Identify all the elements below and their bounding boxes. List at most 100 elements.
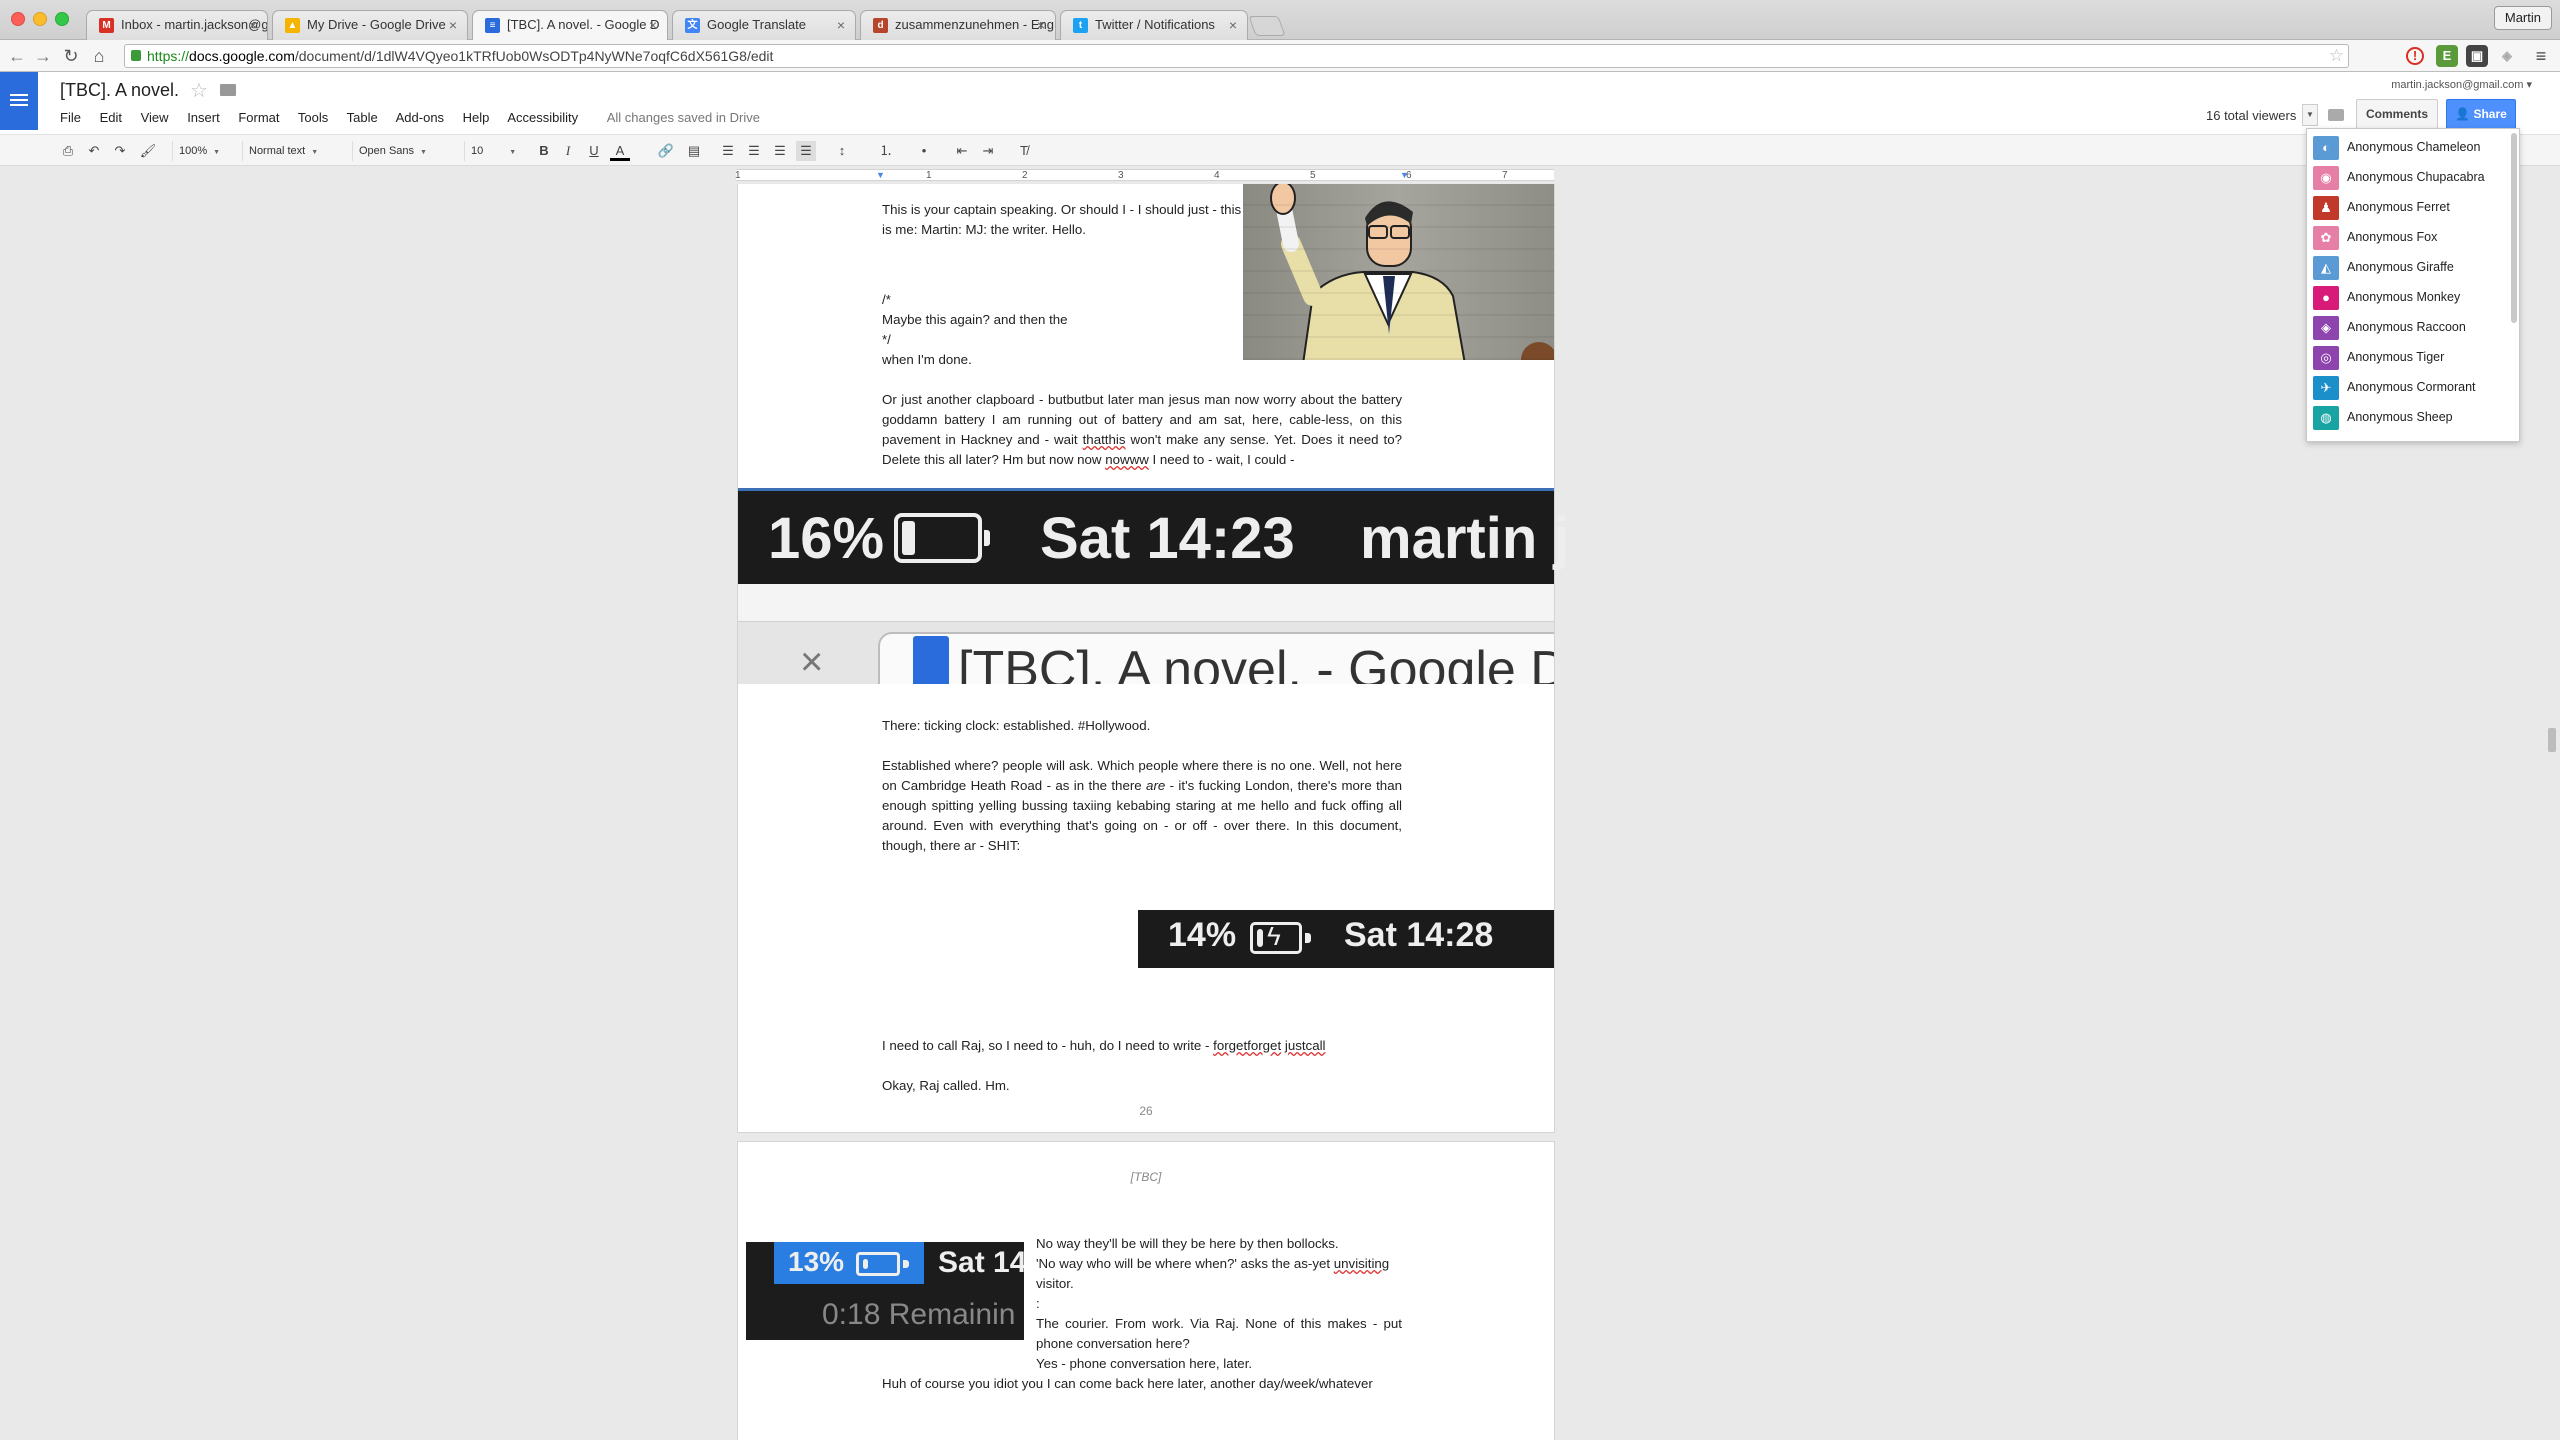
comment-icon[interactable]: ▤ <box>684 141 704 161</box>
align-left-icon[interactable]: ☰ <box>718 141 738 161</box>
viewers-count[interactable]: 16 total viewers <box>2206 108 2296 123</box>
browser-tab-translate[interactable]: 文 Google Translate × <box>672 10 856 40</box>
document-title[interactable]: [TBC]. A novel. <box>60 80 179 101</box>
underline-button[interactable]: U <box>584 141 604 161</box>
menu-format[interactable]: Format <box>238 110 279 125</box>
home-icon[interactable]: ⌂ <box>88 45 110 67</box>
menu-insert[interactable]: Insert <box>187 110 220 125</box>
paragraph[interactable]: Huh of course you idiot you I can come b… <box>882 1374 1402 1394</box>
save-status[interactable]: All changes saved in Drive <box>607 110 760 125</box>
indent-marker-icon[interactable]: ▼ <box>876 170 885 180</box>
align-right-icon[interactable]: ☰ <box>770 141 790 161</box>
line-spacing-icon[interactable]: ↕ <box>832 141 852 161</box>
paragraph[interactable]: 'No way who will be where when?' asks th… <box>1036 1254 1402 1294</box>
print-icon[interactable]: ⎙ <box>58 141 78 161</box>
menu-help[interactable]: Help <box>463 110 490 125</box>
adblock-extension-icon[interactable]: ! <box>2406 47 2424 65</box>
browser-tab-docs[interactable]: ≡ [TBC]. A novel. - Google D × <box>472 10 668 40</box>
browser-tab-dictionary[interactable]: d zusammenzunehmen - Eng × <box>860 10 1056 40</box>
misspelled-word[interactable]: unvisiting <box>1334 1256 1389 1271</box>
close-icon[interactable]: × <box>1037 11 1045 39</box>
misspelled-word[interactable]: forgetforget <box>1213 1038 1281 1053</box>
paragraph[interactable]: No way they'll be will they be here by t… <box>1036 1234 1402 1254</box>
viewer-item[interactable]: ◍ Anonymous Sheep <box>2307 403 2507 433</box>
bold-button[interactable]: B <box>534 141 554 161</box>
justify-icon[interactable]: ☰ <box>796 141 816 161</box>
battery-screenshot-image[interactable]: 14% ϟ Sat 14:28 <box>1138 910 1554 968</box>
menu-icon[interactable]: ≡ <box>2530 45 2552 67</box>
document-page[interactable]: This is your captain speaking. Or should… <box>738 184 1570 1132</box>
paragraph[interactable]: Or just another clapboard - butbutbut la… <box>882 390 1402 470</box>
menu-view[interactable]: View <box>141 110 169 125</box>
paragraph[interactable]: when I'm done. <box>882 350 1402 370</box>
star-icon[interactable]: ☆ <box>190 78 208 103</box>
document-canvas[interactable]: This is your captain speaking. Or should… <box>0 184 2560 1440</box>
paragraph[interactable]: The courier. From work. Via Raj. None of… <box>1036 1314 1402 1354</box>
zoom-window-button[interactable] <box>55 12 69 26</box>
document-page[interactable]: [TBC] 13% Sat 14 0:18 Remainin No way th… <box>738 1142 1554 1440</box>
paragraph[interactable]: This is your captain speaking. Or should… <box>882 200 1242 240</box>
clear-formatting-icon[interactable]: T̸ <box>1014 141 1034 161</box>
viewer-item[interactable]: ◎ Anonymous Tiger <box>2307 343 2507 373</box>
viewer-item[interactable]: ◐ Anonymous Chameleon <box>2307 133 2507 163</box>
viewer-item[interactable]: ✈ Anonymous Cormorant <box>2307 373 2507 403</box>
paragraph[interactable]: Established where? people will ask. Whic… <box>882 756 1402 856</box>
screenshot-extension-icon[interactable]: ▣ <box>2466 45 2488 67</box>
paragraph[interactable]: Yes - phone conversation here, later. <box>1036 1354 1402 1374</box>
numbered-list-icon[interactable]: ⒈ <box>876 141 896 161</box>
folder-icon[interactable] <box>220 84 236 96</box>
paragraph[interactable]: Okay, Raj called. Hm. <box>882 1076 1402 1096</box>
paragraph[interactable]: I need to call Raj, so I need to - huh, … <box>882 1036 1402 1056</box>
bulleted-list-icon[interactable]: • <box>914 141 934 161</box>
comment-body[interactable]: Maybe this again? and then the <box>882 310 1402 330</box>
menu-file[interactable]: File <box>60 110 81 125</box>
italic-button[interactable]: I <box>558 141 578 161</box>
align-center-icon[interactable]: ☰ <box>744 141 764 161</box>
docs-home-icon[interactable] <box>0 72 38 130</box>
viewer-item[interactable]: ● Anonymous Monkey <box>2307 283 2507 313</box>
undo-icon[interactable]: ↶ <box>84 141 104 161</box>
paragraph[interactable]: There: ticking clock: established. #Holl… <box>882 716 1402 736</box>
paint-format-icon[interactable]: 🖌 <box>138 141 158 161</box>
menu-tools[interactable]: Tools <box>298 110 328 125</box>
close-icon[interactable]: × <box>837 11 845 39</box>
decrease-indent-icon[interactable]: ⇤ <box>952 141 972 161</box>
address-bar[interactable]: https://docs.google.com/document/d/1dlW4… <box>124 44 2349 68</box>
document-scrollbar[interactable] <box>2548 728 2556 752</box>
redo-icon[interactable]: ↷ <box>110 141 130 161</box>
close-icon[interactable]: × <box>649 11 657 39</box>
right-indent-marker-icon[interactable]: ▼ <box>1400 170 1409 180</box>
chevron-down-icon[interactable]: ▼ <box>2302 104 2318 126</box>
minimize-window-button[interactable] <box>33 12 47 26</box>
viewer-item[interactable]: ◈ Anonymous Raccoon <box>2307 313 2507 343</box>
menu-table[interactable]: Table <box>347 110 378 125</box>
back-arrow-icon[interactable]: ← <box>6 45 28 67</box>
close-icon[interactable]: × <box>1229 11 1237 39</box>
reload-icon[interactable]: ↻ <box>60 45 82 67</box>
viewer-item[interactable]: ◭ Anonymous Giraffe <box>2307 253 2507 283</box>
battery-screenshot-image[interactable]: 16% Sat 14:23 martin j <box>738 488 1570 584</box>
share-button[interactable]: 👤 Share <box>2446 99 2516 129</box>
font-select[interactable]: Open Sans ▼ <box>352 141 446 161</box>
font-size-select[interactable]: 10 ▼ <box>464 141 522 161</box>
profile-button[interactable]: Martin <box>2493 6 2552 30</box>
viewers-scrollbar[interactable] <box>2511 133 2517 323</box>
comments-button[interactable]: Comments <box>2356 99 2438 129</box>
chat-icon[interactable] <box>2328 109 2344 121</box>
zoom-select[interactable]: 100% ▼ <box>172 141 228 161</box>
menu-addons[interactable]: Add-ons <box>396 110 444 125</box>
close-window-button[interactable] <box>11 12 25 26</box>
increase-indent-icon[interactable]: ⇥ <box>978 141 998 161</box>
style-select[interactable]: Normal text ▼ <box>242 141 336 161</box>
browser-tab-gmail[interactable]: M Inbox - martin.jackson@g × <box>86 10 268 40</box>
bookmark-star-icon[interactable]: ☆ <box>2329 45 2344 67</box>
battery-screenshot-image[interactable]: 13% Sat 14 0:18 Remainin <box>746 1242 1024 1340</box>
text-color-button[interactable]: A <box>610 141 630 161</box>
browser-tab-twitter[interactable]: t Twitter / Notifications × <box>1060 10 1248 40</box>
misspelled-word[interactable]: thatthis <box>1083 432 1126 447</box>
comment-close[interactable]: */ <box>882 330 1402 350</box>
viewer-item[interactable]: ♟ Anonymous Ferret <box>2307 193 2507 223</box>
comment-open[interactable]: /* <box>882 290 1402 310</box>
tab-screenshot-image[interactable]: × [TBC]. A novel. - Google D <box>738 584 1554 684</box>
misspelled-word[interactable]: justcall <box>1285 1038 1326 1053</box>
